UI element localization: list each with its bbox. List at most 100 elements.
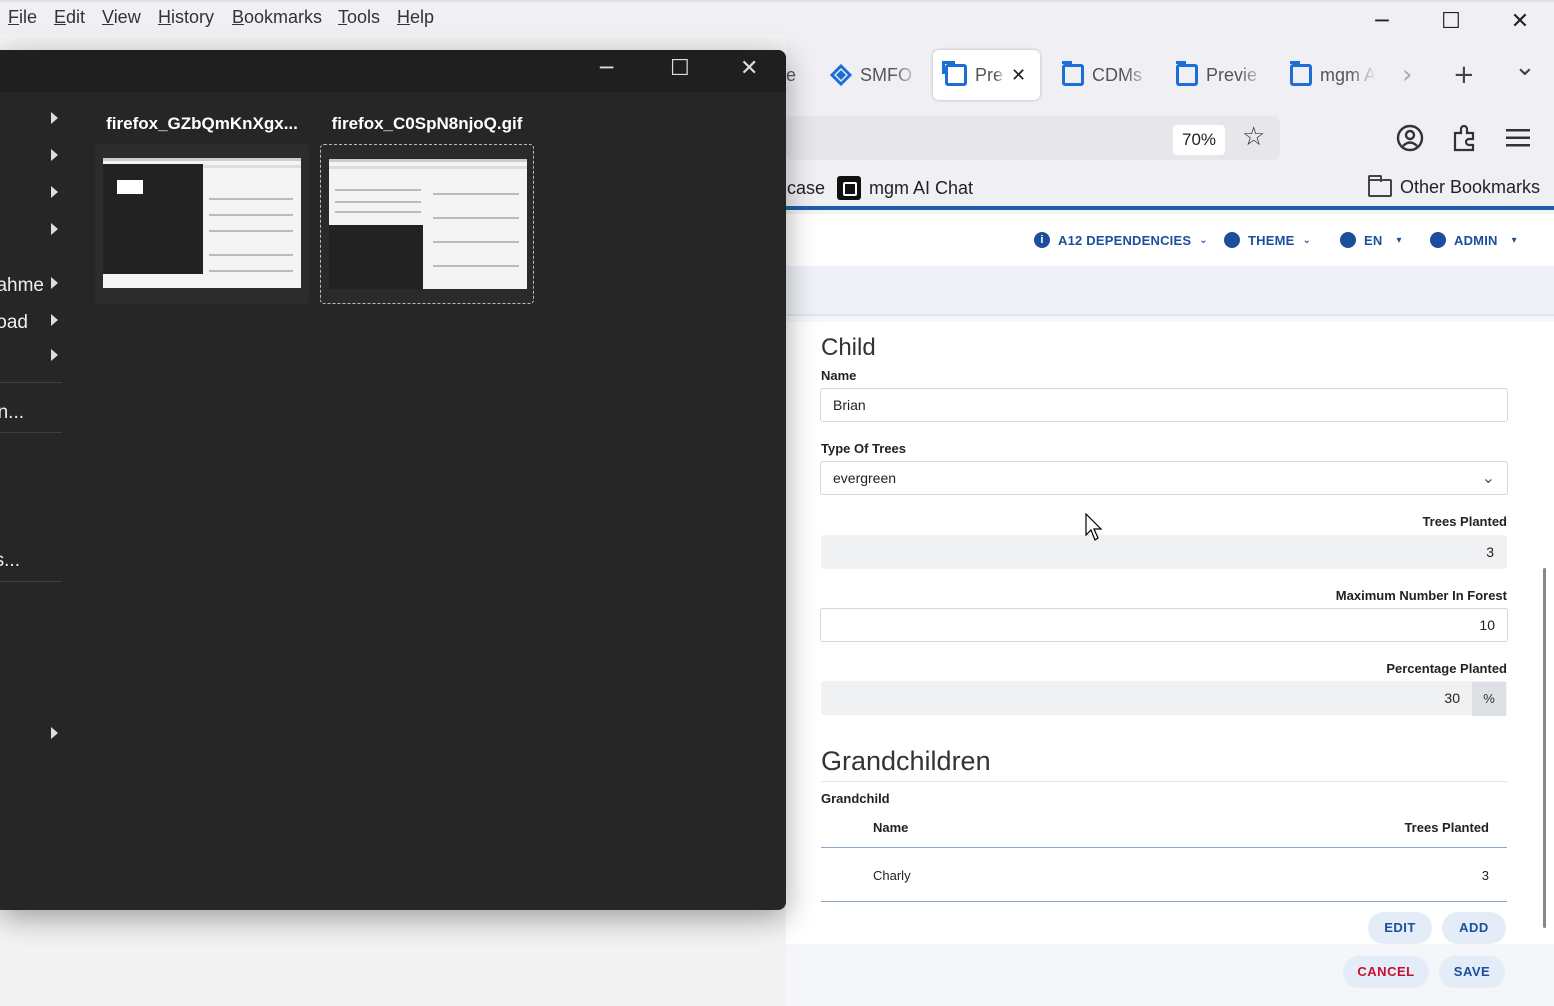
window-maximize-button[interactable]: ☐ bbox=[1431, 8, 1471, 36]
bookmark-mgm-ai-chat[interactable]: mgm AI Chat bbox=[837, 176, 973, 200]
preview-line bbox=[433, 241, 519, 243]
other-bookmarks-folder[interactable]: Other Bookmarks bbox=[1368, 174, 1540, 198]
tab-partial[interactable]: e bbox=[786, 50, 800, 100]
section-title: Child bbox=[821, 334, 876, 361]
tab-cdms[interactable]: CDMs bbox=[1062, 50, 1152, 100]
folder-icon bbox=[1368, 174, 1392, 197]
a12-dependencies-menu[interactable]: i A12 DEPENDENCIES ⌄ bbox=[1034, 232, 1208, 248]
window-close-button[interactable]: ✕ bbox=[1500, 8, 1540, 36]
preview-line bbox=[209, 254, 293, 256]
preview-bar bbox=[103, 158, 301, 161]
dialog-maximize-button[interactable]: ☐ bbox=[670, 56, 690, 81]
sidebar-item[interactable] bbox=[0, 217, 66, 247]
preview-line bbox=[433, 217, 519, 219]
preview-bar bbox=[329, 159, 527, 162]
add-button[interactable]: ADD bbox=[1442, 912, 1506, 944]
file-name: firefox_C0SpN8njoQ.gif bbox=[331, 114, 523, 133]
tab-preview-active[interactable]: Pre ✕ bbox=[933, 50, 1040, 100]
percentage-value: 30 bbox=[1444, 690, 1460, 706]
a12-square-icon bbox=[1176, 61, 1198, 86]
trees-planted-label: Trees Planted bbox=[1422, 514, 1507, 529]
expand-arrow-icon[interactable] bbox=[51, 314, 58, 326]
expand-arrow-icon[interactable] bbox=[51, 349, 58, 361]
expand-arrow-icon[interactable] bbox=[51, 727, 58, 739]
sidebar-item[interactable] bbox=[0, 143, 66, 173]
preview-line bbox=[209, 230, 293, 232]
page-scrollbar[interactable] bbox=[1543, 568, 1546, 928]
theme-menu[interactable]: THEME ⌄ bbox=[1224, 232, 1311, 248]
expand-arrow-icon[interactable] bbox=[51, 112, 58, 124]
tab-label: Pre bbox=[975, 64, 1004, 85]
window-minimize-button[interactable]: ─ bbox=[1362, 8, 1402, 36]
sidebar-item-label: n... bbox=[0, 402, 24, 423]
preview-line bbox=[335, 201, 421, 203]
preview-dialog bbox=[117, 180, 143, 194]
menu-help[interactable]: Help bbox=[397, 7, 434, 28]
save-button[interactable]: SAVE bbox=[1439, 956, 1505, 988]
file-thumbnail[interactable] bbox=[320, 144, 534, 304]
tab-label: SMFO bbox=[860, 64, 912, 85]
bookmark-case[interactable]: case bbox=[787, 178, 825, 199]
preview-line bbox=[209, 214, 293, 216]
bookmarks-bar: case mgm AI Chat Other Bookmarks bbox=[786, 164, 1554, 210]
sidebar-item[interactable] bbox=[0, 106, 66, 136]
expand-arrow-icon[interactable] bbox=[51, 186, 58, 198]
cancel-button[interactable]: CANCEL bbox=[1343, 956, 1429, 988]
column-header-name: Name bbox=[873, 820, 909, 835]
sidebar-item-label: s... bbox=[0, 550, 20, 571]
tab-mgm[interactable]: mgm A bbox=[1290, 50, 1376, 100]
table-header: Name Trees Planted bbox=[821, 810, 1507, 848]
type-of-trees-select[interactable]: evergreen ⌄ bbox=[820, 461, 1508, 495]
screenshot-preview bbox=[103, 158, 301, 288]
app-menu-icon[interactable] bbox=[1506, 128, 1530, 148]
scroll-tabs-right-icon[interactable]: › bbox=[1402, 60, 1412, 90]
menu-history[interactable]: History bbox=[158, 7, 214, 28]
sidebar-item[interactable] bbox=[0, 343, 66, 373]
extensions-icon[interactable] bbox=[1452, 124, 1478, 152]
name-input[interactable]: Brian bbox=[820, 388, 1508, 422]
sidebar-item[interactable]: oad bbox=[0, 308, 66, 338]
preview-line bbox=[335, 211, 421, 213]
sidebar-item[interactable]: ahme bbox=[0, 271, 66, 301]
maximum-number-input[interactable]: 10 bbox=[820, 608, 1508, 642]
language-menu[interactable]: EN ▾ bbox=[1340, 232, 1402, 248]
tab-close-icon[interactable]: ✕ bbox=[1011, 65, 1026, 86]
menu-bookmarks[interactable]: Bookmarks bbox=[232, 7, 322, 28]
new-tab-button[interactable]: + bbox=[1453, 60, 1475, 90]
list-all-tabs-icon[interactable]: ⌄ bbox=[1514, 52, 1536, 82]
table-row[interactable]: Charly 3 bbox=[821, 848, 1507, 902]
sidebar-divider bbox=[0, 382, 62, 383]
zoom-level-button[interactable]: 70% bbox=[1173, 125, 1225, 155]
type-of-trees-label: Type Of Trees bbox=[821, 441, 907, 456]
grandchild-table: Name Trees Planted Charly 3 bbox=[821, 810, 1507, 902]
file-thumbnail[interactable] bbox=[95, 144, 309, 304]
tab-smfo[interactable]: SMFO bbox=[830, 50, 920, 100]
preview-line bbox=[335, 189, 421, 191]
sidebar-item[interactable] bbox=[0, 721, 66, 751]
menu-view[interactable]: View bbox=[102, 7, 141, 28]
bookmark-star-icon[interactable]: ☆ bbox=[1242, 122, 1265, 152]
menu-edit[interactable]: Edit bbox=[54, 7, 85, 28]
bookmark-label: mgm AI Chat bbox=[869, 177, 974, 198]
sidebar-item[interactable] bbox=[0, 180, 66, 210]
sidebar-divider bbox=[0, 432, 62, 433]
menu-label: THEME bbox=[1248, 232, 1295, 248]
expand-arrow-icon[interactable] bbox=[51, 149, 58, 161]
sidebar-item[interactable]: s... bbox=[0, 546, 66, 576]
url-bar[interactable]: 70% ☆ bbox=[786, 116, 1280, 160]
edit-button[interactable]: EDIT bbox=[1368, 912, 1432, 944]
menu-file[interactable]: File bbox=[8, 7, 37, 28]
menu-tools[interactable]: Tools bbox=[338, 7, 380, 28]
account-icon[interactable] bbox=[1396, 124, 1424, 152]
dialog-minimize-button[interactable]: ─ bbox=[600, 56, 613, 81]
tab-preview[interactable]: Previe bbox=[1176, 50, 1266, 100]
sidebar-item[interactable]: n... bbox=[0, 398, 66, 428]
expand-arrow-icon[interactable] bbox=[51, 277, 58, 289]
mouse-cursor-icon bbox=[1085, 513, 1103, 541]
menu-label: A12 DEPENDENCIES bbox=[1058, 232, 1192, 248]
grandchildren-title: Grandchildren bbox=[821, 746, 991, 776]
expand-arrow-icon[interactable] bbox=[51, 223, 58, 235]
user-menu[interactable]: ADMIN ▾ bbox=[1430, 232, 1517, 248]
user-icon bbox=[1430, 232, 1446, 248]
dialog-close-button[interactable]: ✕ bbox=[740, 56, 758, 81]
